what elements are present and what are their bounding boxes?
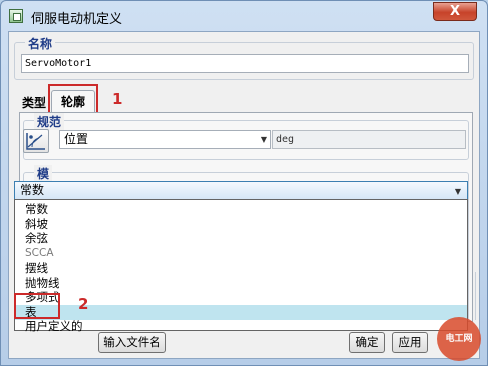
callout-box-1 [48,84,98,114]
dropdown-option-scca[interactable]: SCCA [15,246,467,261]
model-group-label: 模 [34,165,53,182]
window-title: 伺服电动机定义 [31,12,123,27]
name-group-label: 名称 [25,35,56,52]
dropdown-option-parabola[interactable]: 抛物线 [15,276,467,291]
dropdown-option-ramp[interactable]: 斜坡 [15,217,467,232]
dropdown-option-user-defined[interactable]: 用户定义的 [15,319,467,334]
callout-box-2 [14,293,60,319]
panel-edge [469,272,476,320]
dropdown-option-cosine[interactable]: 余弦 [15,231,467,246]
chevron-down-icon: ▼ [260,135,267,144]
callout-number-1: 1 [112,90,123,108]
quantity-select[interactable]: 位置 ▼ [59,130,271,149]
dropdown-option-constant[interactable]: 常数 [15,202,467,217]
quantity-select-value: 位置 [64,132,89,146]
dialog-window: 伺服电动机定义 X 名称 ServoMotor1 类型 轮廓 1 规范 位置 ▼… [0,0,488,366]
close-button[interactable]: X [433,2,477,21]
model-select-value: 常数 [20,183,45,197]
chevron-down-icon: ▼ [454,187,461,196]
dropdown-option-cycloid[interactable]: 摆线 [15,261,467,276]
title-bar[interactable]: 伺服电动机定义 X [1,1,487,31]
position-graph-icon[interactable] [23,129,49,153]
model-select[interactable]: 常数 ▼ [14,181,468,200]
ok-button[interactable]: 确定 [349,332,385,353]
tab-type[interactable]: 类型 [19,94,49,112]
apply-button[interactable]: 应用 [392,332,428,353]
callout-number-2: 2 [78,295,89,313]
import-file-button[interactable]: 输入文件名 [98,332,166,353]
spec-group-label: 规范 [34,113,65,130]
app-icon [9,9,23,23]
name-input[interactable]: ServoMotor1 [21,54,469,73]
unit-field: deg [272,130,466,149]
watermark-logo: 电工网 [437,317,481,361]
